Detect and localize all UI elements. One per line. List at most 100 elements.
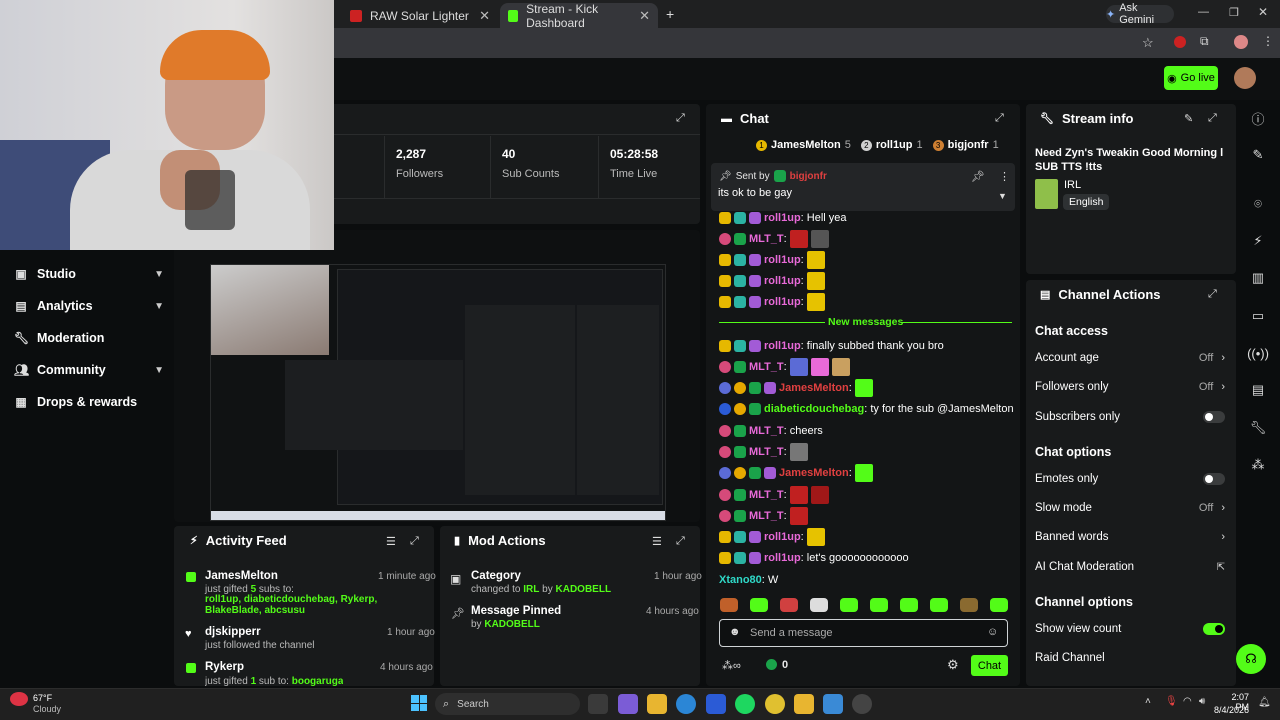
subscribers-only-toggle[interactable] [1203, 411, 1225, 423]
sidebar-item-studio[interactable]: ▣ Studio ▼ [14, 264, 164, 284]
feed-item-name[interactable]: Rykerp [205, 661, 244, 673]
file-explorer-icon[interactable] [647, 694, 667, 714]
chat-message[interactable]: MLT_T: [719, 230, 829, 248]
stream-preview-video[interactable] [210, 264, 666, 521]
chevron-down-icon[interactable]: ▼ [998, 191, 1007, 201]
minimize-icon[interactable]: — [1198, 6, 1209, 18]
tray-chevron-icon[interactable]: ˄ [1145, 696, 1151, 707]
pinned-user[interactable]: bigjonfr [790, 171, 827, 182]
edit-pencil-icon[interactable]: ✎ [1184, 112, 1193, 125]
close-tab-icon[interactable]: ✕ [639, 8, 650, 24]
quick-emote-icon[interactable] [810, 598, 828, 612]
chat-username[interactable]: roll1up [764, 296, 801, 308]
app-icon[interactable] [823, 694, 843, 714]
mod-category[interactable]: IRL [523, 584, 539, 595]
chat-message[interactable]: roll1up: finally subbed thank you bro [719, 337, 944, 355]
feed-item-name[interactable]: JamesMelton [205, 570, 278, 582]
filter-icon[interactable]: ☰ [386, 535, 396, 548]
chat-username[interactable]: roll1up [764, 531, 801, 543]
chat-username[interactable]: MLT_T [749, 446, 784, 458]
chat-message[interactable]: roll1up: let's goooooooooooo [719, 549, 909, 567]
chat-icon[interactable]: ▭ [1242, 302, 1274, 330]
chat-message[interactable]: JamesMelton: [719, 464, 873, 482]
chat-message[interactable]: roll1up: [719, 251, 825, 269]
ai-moderation-row[interactable]: AI Chat Moderation ⇱ [1035, 557, 1225, 577]
unpin-icon[interactable]: 📌︎ [971, 170, 985, 183]
mod-user[interactable]: KADOBELL [556, 584, 612, 595]
quick-emote-icon[interactable] [840, 598, 858, 612]
chat-message[interactable]: roll1up: [719, 293, 825, 311]
spotify-icon[interactable] [735, 694, 755, 714]
emoji-icon[interactable]: ☺ [987, 626, 998, 638]
browser-tab-raw[interactable]: RAW Solar Lighter ✕ [342, 3, 498, 28]
chat-username[interactable]: MLT_T [749, 489, 784, 501]
emote-picker-icon[interactable]: ☻ [729, 626, 741, 638]
show-view-count-toggle[interactable] [1203, 623, 1225, 635]
broadcast-icon[interactable]: ((•)) [1242, 339, 1274, 367]
bookmark-star-icon[interactable]: ☆ [1142, 35, 1154, 51]
task-view-icon[interactable] [588, 694, 608, 714]
chat-message[interactable]: Xtano80: W [719, 571, 778, 589]
chat-message[interactable]: MLT_T: [719, 486, 829, 504]
feed-item-name[interactable]: djskipperr [205, 626, 261, 638]
wifi-icon[interactable]: ◠ [1183, 696, 1192, 707]
chrome-icon[interactable] [765, 694, 785, 714]
chat-username[interactable]: diabeticdouchebag [764, 403, 864, 415]
chat-username[interactable]: roll1up [764, 552, 801, 564]
app-icon[interactable] [794, 694, 814, 714]
banned-words-row[interactable]: Banned words › [1035, 527, 1225, 547]
chat-message[interactable]: JamesMelton: [719, 379, 873, 397]
chat-username[interactable]: MLT_T [749, 361, 784, 373]
emotes-only-toggle[interactable] [1203, 473, 1225, 485]
menu-dots-icon[interactable]: ⋮ [1262, 34, 1274, 48]
layout-icon[interactable]: ▤ [1242, 376, 1274, 404]
mod-user[interactable]: KADOBELL [484, 619, 540, 630]
chat-username[interactable]: roll1up [764, 254, 801, 266]
quick-emote-icon[interactable] [900, 598, 918, 612]
quick-emote-icon[interactable] [930, 598, 948, 612]
go-live-button[interactable]: ◉ Go live [1164, 66, 1218, 90]
chat-message[interactable]: roll1up: [719, 272, 825, 290]
sidebar-item-moderation[interactable]: 🔧︎ Moderation [14, 328, 164, 348]
user-avatar[interactable] [1234, 67, 1256, 89]
support-headset-icon[interactable]: ☊ [1236, 644, 1266, 674]
quick-emote-icon[interactable] [870, 598, 888, 612]
ask-gemini-button[interactable]: ✦ Ask Gemini [1106, 2, 1174, 26]
info-icon[interactable]: ⓘ [1242, 104, 1274, 132]
sidebar-item-community[interactable]: 👥︎ Community ▼ [14, 360, 164, 380]
feed-item-recipients[interactable]: roll1up, diabeticdouchebag, Rykerp, Blak… [205, 594, 415, 616]
chat-username[interactable]: roll1up [764, 275, 801, 287]
notification-bell-icon[interactable]: 🔔︎ [1258, 697, 1271, 708]
windows-start-icon[interactable] [411, 695, 427, 711]
chat-username[interactable]: JamesMelton [779, 467, 849, 479]
chat-message[interactable]: MLT_T: cheers [719, 422, 823, 440]
raid-channel-row[interactable]: Raid Channel [1035, 648, 1225, 668]
chat-message[interactable]: MLT_T: [719, 507, 808, 525]
volume-icon[interactable]: 🔊︎ [1199, 696, 1205, 707]
chat-message[interactable]: MLT_T: [719, 443, 808, 461]
wrench-icon[interactable]: 🔧︎ [1242, 414, 1274, 442]
stream-category[interactable]: IRL [1064, 179, 1081, 191]
taskbar-search[interactable]: ⌕ Search [435, 693, 580, 715]
expand-icon[interactable]: ⤢ [995, 112, 1004, 125]
sidebar-item-drops[interactable]: ▦ Drops & rewards [14, 392, 164, 412]
camera-icon[interactable]: ⌾ [1242, 190, 1274, 218]
document-icon[interactable]: ▥ [1242, 264, 1274, 292]
expand-icon[interactable]: ⤢ [1208, 288, 1217, 301]
new-tab-icon[interactable]: + [666, 6, 674, 22]
expand-icon[interactable]: ⤢ [676, 112, 685, 125]
send-chat-button[interactable]: Chat [971, 655, 1008, 676]
chat-username[interactable]: MLT_T [749, 233, 784, 245]
edit-pencil-icon[interactable]: ✎ [1242, 141, 1274, 169]
chat-username[interactable]: JamesMelton [779, 382, 849, 394]
chat-username[interactable]: Xtano80 [719, 574, 762, 586]
chat-username[interactable]: roll1up [764, 340, 801, 352]
store-icon[interactable] [706, 694, 726, 714]
teams-icon[interactable] [618, 694, 638, 714]
chat-username[interactable]: MLT_T [749, 425, 784, 437]
obs-icon[interactable] [852, 694, 872, 714]
weather-temp[interactable]: 67°F [33, 693, 52, 703]
expand-icon[interactable]: ⤢ [676, 535, 685, 548]
top-gifter[interactable]: 3 bigjonfr 1 [932, 139, 999, 151]
expand-icon[interactable]: ⤢ [1208, 112, 1217, 125]
